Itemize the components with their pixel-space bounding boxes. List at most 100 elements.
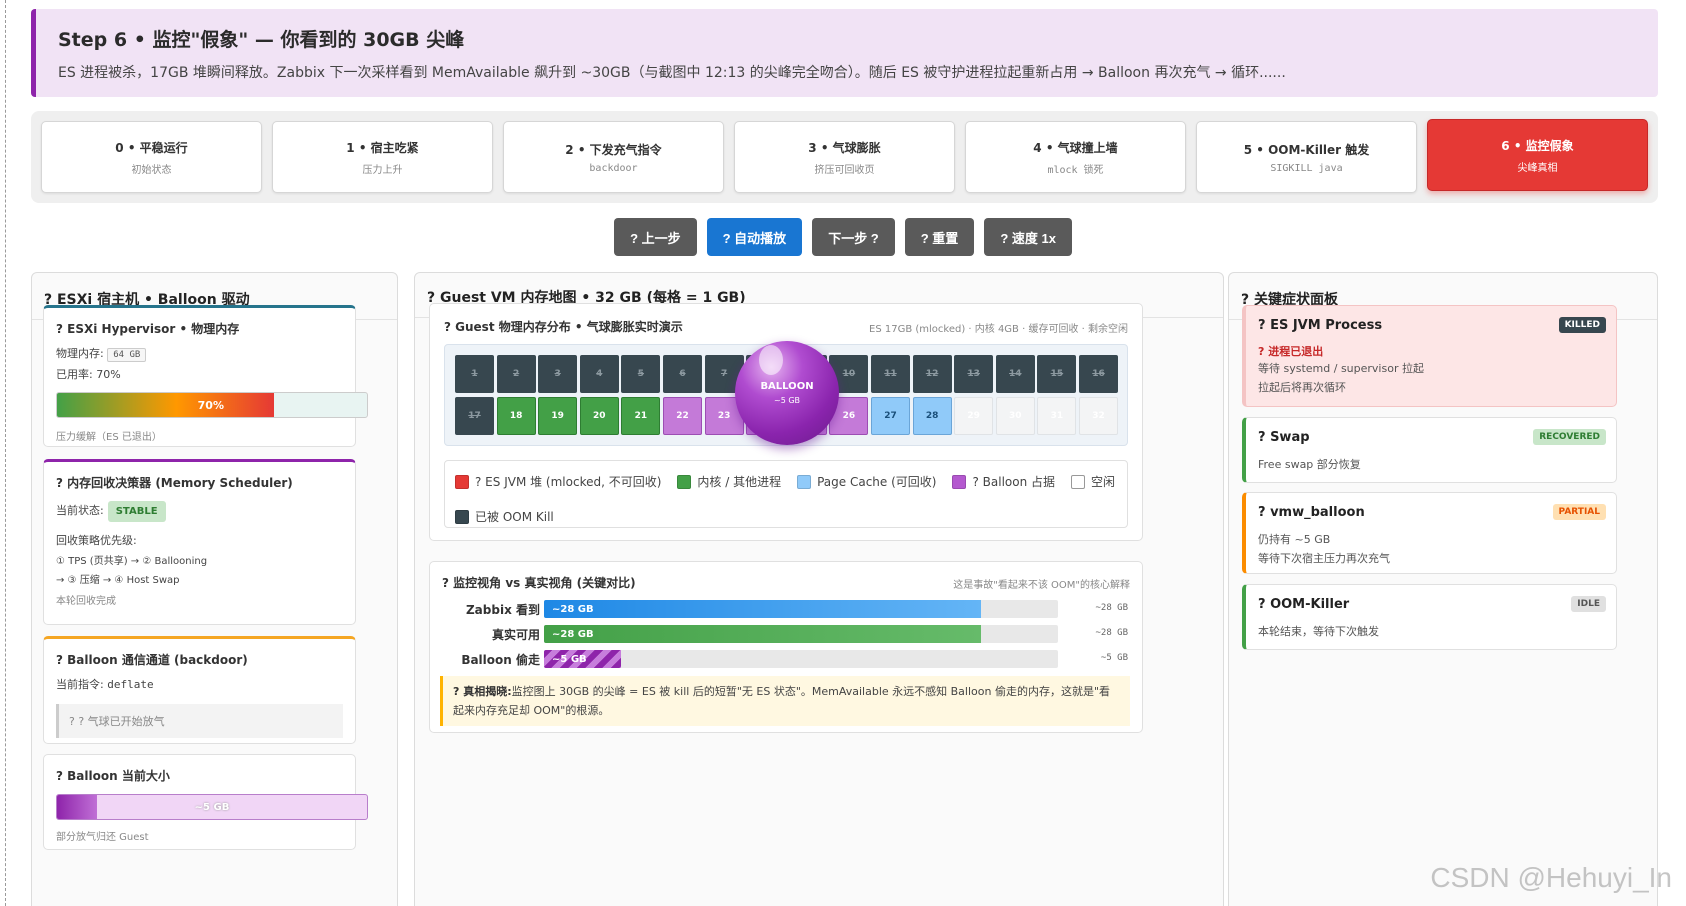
- memory-cell-30: 30: [995, 397, 1035, 435]
- step-5[interactable]: 5 • OOM-Killer 触发 SIGKILL java: [1196, 121, 1417, 193]
- step-title: 4 • 气球撞上墙: [1033, 140, 1118, 155]
- channel-message: ? ? 气球已开始放气: [56, 704, 343, 738]
- scheduler-note: 本轮回收完成: [56, 596, 116, 607]
- step-title: 6 • 监控假象: [1501, 138, 1574, 153]
- step-title: 5 • OOM-Killer 触发: [1243, 142, 1370, 157]
- compare-track: ~28 GB: [544, 600, 1058, 618]
- compare-title: ? 监控视角 vs 真实视角 (关键对比): [442, 576, 636, 590]
- watermark: CSDN @Hehuyi_In: [1430, 862, 1672, 893]
- memory-cell-11: 11: [871, 355, 910, 393]
- memory-cell-2: 2: [496, 355, 536, 393]
- compare-row: Balloon 偷走 ~5 GB ~5 GB: [430, 650, 1142, 668]
- speed-button[interactable]: ? 速度 1x: [984, 218, 1072, 256]
- priority-line-2: → ③ 压缩 → ④ Host Swap: [56, 575, 180, 586]
- usage-rate: 已用率: 70%: [56, 368, 121, 381]
- compare-fill: ~28 GB: [544, 625, 981, 643]
- card-title: ? Balloon 当前大小: [56, 769, 170, 783]
- legend-swatch: [455, 509, 469, 524]
- card-line: 仍持有 ~5 GB: [1258, 533, 1331, 546]
- card-line: 拉起后将再次循环: [1258, 381, 1346, 394]
- memory-cell-21: 21: [621, 397, 661, 435]
- memory-cell-3: 3: [538, 355, 578, 393]
- legend-label: 内核 / 其他进程: [697, 475, 782, 489]
- compare-hint: 这是事故"看起来不该 OOM"的核心解释: [953, 580, 1130, 591]
- memory-cell-31: 31: [1037, 397, 1077, 435]
- step-title: 1 • 宿主吃紧: [346, 140, 419, 155]
- legend-label: 已被 OOM Kill: [475, 510, 554, 524]
- hypervisor-note: 压力缓解（ES 已退出）: [56, 432, 162, 443]
- balloon-label: BALLOON: [760, 381, 814, 392]
- label: 当前状态:: [56, 504, 104, 517]
- next-step-button[interactable]: 下一步 ?: [812, 218, 895, 256]
- compare-label: Zabbix 看到: [465, 603, 540, 617]
- current-command: 当前指令: deflate: [56, 676, 343, 692]
- backdoor-channel-card: ? Balloon 通信通道 (backdoor) 当前指令: deflate …: [43, 636, 356, 744]
- step-subtitle: mlock 锁死: [1047, 164, 1104, 176]
- balloon-size-note: 部分放气归还 Guest: [56, 832, 149, 843]
- usage-bar: 70%: [56, 392, 368, 418]
- compare-card: ? 监控视角 vs 真实视角 (关键对比) 这是事故"看起来不该 OOM"的核心…: [429, 561, 1143, 733]
- memory-cell-14: 14: [995, 355, 1035, 393]
- memory-legend: ? ES JVM 堆 (mlocked, 不可回收) 内核 / 其他进程 Page …: [444, 460, 1128, 528]
- step-subtitle: 初始状态: [131, 164, 172, 176]
- step-3[interactable]: 3 • 气球膨胀 挤压可回收页: [734, 121, 955, 193]
- card-title: ? ESXi Hypervisor • 物理内存: [56, 322, 240, 336]
- compare-track: ~5 GB: [544, 650, 1058, 668]
- memory-cell-16: 16: [1079, 355, 1118, 393]
- balloon-size-bar: ~5 GB: [56, 794, 368, 820]
- balloon-size-label: ~5 GB: [194, 801, 230, 813]
- step-title: 2 • 下发充气指令: [565, 142, 662, 157]
- hypervisor-card: ? ESXi Hypervisor • 物理内存 物理内存: 64 GB 已用率…: [43, 305, 368, 447]
- step-title: 0 • 平稳运行: [115, 140, 188, 155]
- autoplay-button[interactable]: ? 自动播放: [706, 218, 803, 256]
- step-subtitle: backdoor: [589, 162, 638, 174]
- legend-label: 空闲: [1091, 475, 1116, 489]
- balloon-graphic[interactable]: BALLOON ~5 GB: [735, 341, 839, 445]
- step-0[interactable]: 0 • 平稳运行 初始状态: [41, 121, 262, 193]
- legend-label: ? Balloon 占据: [972, 475, 1056, 489]
- step-1[interactable]: 1 • 宿主吃紧 压力上升: [272, 121, 493, 193]
- scheduler-state: 当前状态: STABLE: [56, 501, 343, 522]
- memory-cell-32: 32: [1079, 397, 1118, 435]
- memory-map-card: ? Guest 物理内存分布 • 气球膨胀实时演示 ES 17GB (mlock…: [429, 303, 1143, 541]
- legend-swatch: [677, 474, 692, 489]
- label: 当前指令:: [56, 678, 104, 691]
- compare-label: Balloon 偷走: [461, 653, 540, 667]
- status-badge: STABLE: [107, 501, 166, 522]
- step-banner: Step 6 • 监控"假象" — 你看到的 30GB 尖峰 ES 进程被杀，1…: [31, 9, 1658, 97]
- reset-button[interactable]: ? 重置: [904, 218, 975, 256]
- memory-cell-22: 22: [663, 397, 702, 435]
- usage-bar-fill: 70%: [57, 393, 274, 417]
- step-4[interactable]: 4 • 气球撞上墙 mlock 锁死: [965, 121, 1186, 193]
- step-subtitle: 挤压可回收页: [814, 164, 875, 176]
- step-2[interactable]: 2 • 下发充气指令 backdoor: [503, 121, 724, 193]
- prev-step-button[interactable]: ? 上一步: [614, 218, 697, 256]
- legend-item: ? Balloon 占据: [952, 471, 1055, 492]
- memory-cell-4: 4: [579, 355, 619, 393]
- note-heading: ? 真相揭晓:: [453, 685, 512, 698]
- card-title: ? OOM-Killer: [1258, 597, 1350, 612]
- step-subtitle: 压力上升: [362, 164, 403, 176]
- step-6-active[interactable]: 6 • 监控假象 尖峰真相: [1427, 119, 1648, 191]
- legend-swatch: [455, 474, 469, 489]
- memory-map-hint: ES 17GB (mlocked) · 内核 4GB · 缓存可回收 · 剩余空…: [869, 324, 1128, 335]
- legend-item: ? ES JVM 堆 (mlocked, 不可回收): [455, 471, 661, 492]
- legend-label: ? ES JVM 堆 (mlocked, 不可回收): [475, 475, 662, 489]
- memory-cell-19: 19: [538, 397, 578, 435]
- label: 物理内存:: [56, 347, 104, 360]
- status-badge: IDLE: [1571, 596, 1606, 612]
- memory-cell-27: 27: [871, 397, 910, 435]
- card-line: 等待下次宿主压力再次充气: [1258, 552, 1390, 565]
- status-badge: RECOVERED: [1533, 429, 1606, 445]
- memory-cell-12: 12: [912, 355, 952, 393]
- truth-note: ? 真相揭晓:监控图上 30GB 的尖峰 = ES 被 kill 后的短暂"无 …: [440, 676, 1130, 726]
- compare-row: 真实可用 ~28 GB ~28 GB: [430, 625, 1142, 643]
- card-title: ? 内存回收决策器 (Memory Scheduler): [56, 476, 293, 490]
- legend-swatch: [797, 474, 812, 489]
- vmw-balloon-card: ? vmw_balloon PARTIAL 仍持有 ~5 GB 等待下次宿主压力…: [1242, 492, 1617, 574]
- symptom-panel: ? 关键症状面板 ? ES JVM Process KILLED ? 进程已退出…: [1228, 272, 1658, 906]
- legend-item: 已被 OOM Kill: [455, 506, 554, 527]
- card-line: Free swap 部分恢复: [1258, 458, 1361, 471]
- memory-cell-28: 28: [912, 397, 952, 435]
- compare-value: ~5 GB: [1100, 653, 1128, 663]
